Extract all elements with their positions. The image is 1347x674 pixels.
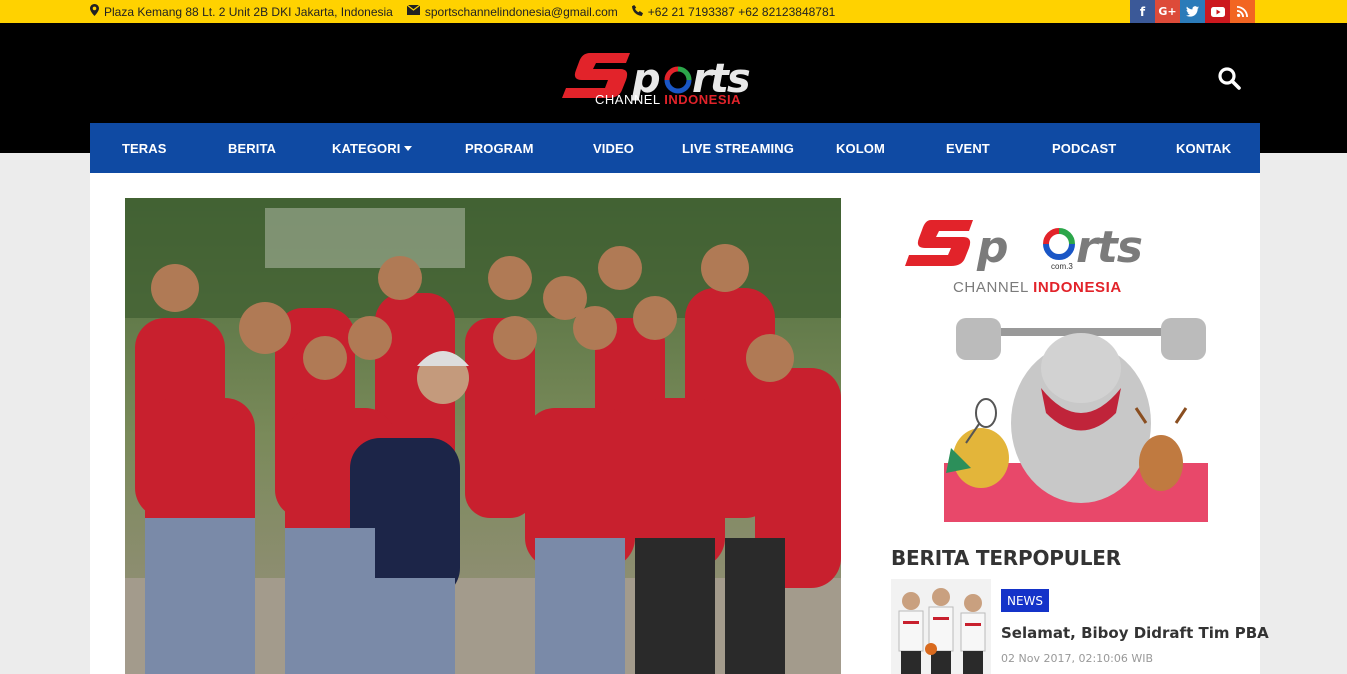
ad-logo-channel-text: CHANNEL — [953, 279, 1029, 296]
email-text[interactable]: sportschannelindonesia@gmail.com — [425, 5, 618, 19]
nav-item-program[interactable]: PROGRAM — [465, 123, 534, 173]
logo-channel-text: CHANNEL — [595, 92, 661, 107]
news-thumbnail[interactable] — [891, 579, 991, 674]
sidebar-ad-banner[interactable]: p rts CHANNEL INDONESIA com.3 — [891, 198, 1227, 528]
facebook-icon[interactable]: f — [1130, 0, 1155, 23]
nav-item-video[interactable]: VIDEO — [593, 123, 634, 173]
nav-label: PODCAST — [1052, 140, 1117, 156]
address-item: Plaza Kemang 88 Lt. 2 Unit 2B DKI Jakart… — [90, 4, 393, 19]
address-text: Plaza Kemang 88 Lt. 2 Unit 2B DKI Jakart… — [104, 4, 393, 19]
popular-news-title: BERITA TERPOPULER — [891, 546, 1121, 570]
site-logo[interactable]: p rts CHANNEL INDONESIA — [560, 48, 792, 110]
nav-label: BERITA — [228, 140, 277, 156]
nav-item-kolom[interactable]: KOLOM — [836, 123, 885, 173]
search-icon[interactable] — [1216, 65, 1244, 93]
nav-label: LIVE STREAMING — [682, 140, 794, 156]
nav-label: KOLOM — [836, 140, 885, 156]
nav-item-berita[interactable]: BERITA — [228, 123, 276, 173]
nav-label: KATEGORI — [332, 140, 401, 156]
youtube-icon[interactable] — [1205, 0, 1230, 23]
nav-label: KONTAK — [1176, 140, 1232, 156]
phone-item: +62 21 7193387 +62 82123848781 — [631, 4, 836, 19]
nav-label: EVENT — [946, 140, 990, 156]
twitter-icon[interactable] — [1180, 0, 1205, 23]
ad-logo-indonesia-text: INDONESIA — [1033, 279, 1122, 296]
nav-item-teras[interactable]: TERAS — [122, 123, 167, 173]
google-plus-icon[interactable]: G+ — [1155, 0, 1180, 23]
phone-text: +62 21 7193387 +62 82123848781 — [647, 4, 836, 19]
logo-indonesia-text: INDONESIA — [664, 92, 742, 107]
rss-icon[interactable] — [1230, 0, 1255, 23]
social-links: f G+ — [1130, 0, 1255, 23]
envelope-icon — [406, 4, 421, 18]
main-navigation: TERAS BERITA KATEGORI PROGRAM VIDEO LIVE… — [90, 123, 1260, 173]
svg-text:p: p — [976, 222, 1009, 273]
chevron-down-icon — [404, 145, 413, 151]
phone-icon — [631, 4, 643, 19]
ad-logo-sub-text: com.3 — [1051, 262, 1073, 271]
nav-label: TERAS — [122, 140, 167, 156]
svg-text:rts: rts — [1076, 222, 1142, 273]
news-date: 02 Nov 2017, 02:10:06 WIB — [1001, 652, 1154, 665]
map-marker-icon — [90, 4, 99, 19]
nav-item-podcast[interactable]: PODCAST — [1052, 123, 1116, 173]
nav-item-kategori[interactable]: KATEGORI — [332, 123, 413, 173]
top-info-bar: Plaza Kemang 88 Lt. 2 Unit 2B DKI Jakart… — [0, 0, 1347, 23]
news-category-badge[interactable]: NEWS — [1001, 589, 1050, 612]
nav-item-event[interactable]: EVENT — [946, 123, 990, 173]
nav-item-live-streaming[interactable]: LIVE STREAMING — [682, 123, 794, 173]
hero-photo[interactable] — [125, 198, 841, 674]
news-headline[interactable]: Selamat, Biboy Didraft Tim PBA — [1001, 624, 1269, 642]
nav-item-kontak[interactable]: KONTAK — [1176, 123, 1231, 173]
nav-label: PROGRAM — [465, 140, 534, 156]
nav-label: VIDEO — [593, 140, 634, 156]
email-item[interactable]: sportschannelindonesia@gmail.com — [406, 4, 618, 19]
contact-info: Plaza Kemang 88 Lt. 2 Unit 2B DKI Jakart… — [90, 0, 849, 23]
